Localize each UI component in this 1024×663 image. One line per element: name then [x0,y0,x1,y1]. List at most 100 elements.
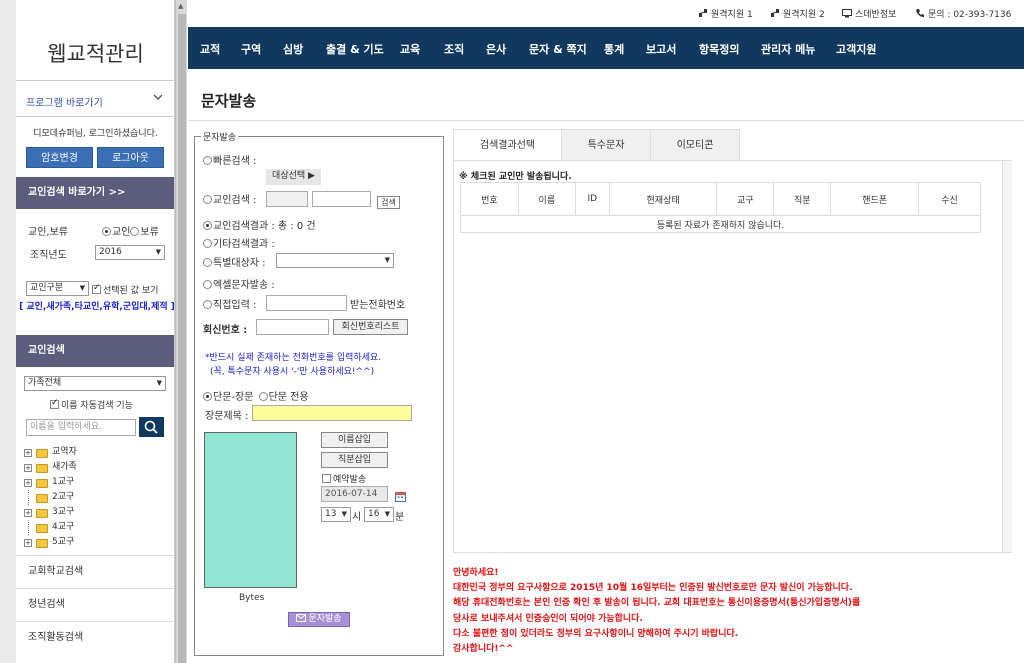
nav-item[interactable]: 출결 & 기도 [326,41,384,57]
org-year-select[interactable]: 2016 [95,245,165,260]
logout-button[interactable]: 로그아웃 [97,147,164,168]
member-search-code-input[interactable] [266,191,308,207]
table-column-header: ID [574,182,610,216]
member-search-button[interactable]: 검색 [377,196,400,209]
tree-item[interactable]: +3교구 [24,505,174,520]
radio-other-search-result[interactable] [203,239,212,248]
radio-excel-send[interactable] [203,280,212,289]
tree-item[interactable]: +5교구 [24,535,174,550]
special-target-select[interactable] [276,253,394,268]
reserve-minute-select[interactable]: 16 [364,507,394,522]
top-link-label: 원격지원 1 [711,10,753,20]
reserve-hour-select[interactable]: 13 [321,507,351,522]
excel-send-label: 엑셀문자발송 : [213,280,275,291]
radio-special-target[interactable] [203,258,212,267]
family-select[interactable]: 가족전체 [24,376,166,391]
member-search-result-row: 교인검색결과 : 총 : 0 건 [203,217,316,232]
radio-short-long[interactable] [203,392,212,401]
nav-item[interactable]: 통계 [604,41,624,57]
message-type-row: 단문-장문 단문 전용 [203,388,309,403]
direct-input-field[interactable] [266,295,347,311]
insert-title-button[interactable]: 직분삽입 [321,452,388,468]
reserve-date-input[interactable]: 2016-07-14 [321,486,388,502]
tree-item[interactable]: + 새가족 [24,460,174,475]
tree-item[interactable]: 2교구 [24,490,174,505]
nav-item[interactable]: 구역 [241,41,261,57]
top-link-remote-support-2[interactable]: 원격지원 2 [770,7,825,20]
category-list[interactable]: [ 교인,새가족,타교인,유학,군입대,제적 ] [19,301,174,314]
nav-item[interactable]: 고객지원 [836,41,876,57]
other-search-result-label: 기타검색결과 : [213,239,275,250]
radio-short-only-label: 단문 전용 [268,392,309,403]
scroll-up-arrow-icon[interactable]: ▲ [178,2,183,10]
radio-direct-input[interactable] [203,300,212,309]
reserve-checkbox[interactable] [322,474,331,483]
callback-list-button[interactable]: 회신번호리스트 [333,319,408,335]
nav-item[interactable]: 보고서 [646,41,676,57]
hour-unit-label: 시 [352,512,362,523]
search-button[interactable] [139,417,164,437]
member-search-label: 교인검색 : [213,195,257,206]
checked-only-note: ※ 체크된 교인만 발송됩니다. [459,172,572,182]
nav-item[interactable]: 조직 [444,41,464,57]
radio-short-only[interactable] [258,392,268,401]
reserve-label: 예약발송 [333,475,367,485]
nav-item[interactable]: 교육 [400,41,420,57]
tree-item[interactable]: + 교역자 [24,445,174,460]
long-title-input[interactable] [252,405,412,421]
auto-search-checkbox[interactable] [50,398,59,409]
member-category-select[interactable]: 교인구분 [26,281,89,296]
top-link-remote-support-1[interactable]: 원격지원 1 [698,7,753,20]
result-table: 번호 이름 ID 현재상태 교구 직분 핸드폰 수신 등록된 자료가 존재하지 않습니다. [460,182,981,233]
app-logo-title[interactable]: 웹교적관리 [16,38,174,68]
tab-special-chars[interactable]: 특수문자 [561,129,651,161]
tree-item[interactable]: 4교구 [24,520,174,535]
expand-plus-icon[interactable]: + [24,539,32,547]
expand-plus-icon[interactable]: + [24,509,32,517]
name-search-input[interactable]: 이름을 입력하세요. [26,419,136,436]
sms-message-textarea[interactable] [204,432,297,588]
change-password-button[interactable]: 암호변경 [26,147,93,168]
quick-search-row: 빠른검색 : [203,152,256,167]
member-search-name-input[interactable] [312,191,371,207]
top-link-contact[interactable]: 문의 : 02-393-7136 [915,7,1011,20]
radio-short-long-label: 단문-장문 [213,392,254,403]
nav-item[interactable]: 교적 [200,41,220,57]
sidebar-link-org-activity-search[interactable]: 조직활동검색 [16,621,174,653]
tab-search-result-select[interactable]: 검색결과선택 [453,129,562,161]
nav-item[interactable]: 문자 & 쪽지 [529,41,587,57]
nav-item[interactable]: 관리자 메뉴 [761,41,815,57]
callback-number-input[interactable] [256,319,329,335]
program-shortcut-toggle[interactable]: 프로그램 바로가기 [16,86,174,116]
nav-item[interactable]: 항목정의 [699,41,739,57]
scroll-thumb[interactable] [178,14,186,663]
show-selected-checkbox[interactable] [92,283,101,294]
sidebar-link-school-search[interactable]: 교회학교검색 [16,555,174,587]
expand-plus-icon[interactable]: + [24,479,32,487]
radio-quick-search[interactable] [203,156,212,165]
expand-plus-icon[interactable]: + [24,449,32,457]
radio-member-search[interactable] [203,195,212,204]
radio-member-search-result[interactable] [203,221,212,230]
radio-hold[interactable] [130,227,140,236]
tab-emoticon[interactable]: 이모티콘 [650,129,740,161]
page-scrollbar[interactable]: ▲ [175,0,187,663]
target-select-button[interactable]: 대상선택 ▶ [266,169,321,185]
auto-search-row: 이름 자동검색 기능 [50,398,174,411]
nav-item[interactable]: 은사 [486,41,506,57]
expand-plus-icon[interactable]: + [24,464,32,472]
top-link-stephen-info[interactable]: 스데반정보 [842,7,896,20]
calendar-icon[interactable] [395,491,406,502]
sidebar-inner: 웹교적관리 프로그램 바로가기 디모데슈퍼님, 로그인하셨습니다. 암호변경 로… [16,0,174,663]
result-panel-scrollbar[interactable] [1002,161,1012,552]
send-sms-button[interactable]: 문자발송 [288,612,350,627]
tree-item[interactable]: +1교구 [24,475,174,490]
show-selected-label: 선택된 값 보기 [103,286,159,296]
member-search-shortcut-header[interactable]: 교인검색 바로가기 >> [16,177,174,209]
notice-line: 다소 불편한 점이 있더라도 정부의 요구사항이니 양해하여 주시기 바랍니다. [453,628,739,639]
folder-icon [36,539,48,548]
nav-item[interactable]: 심방 [283,41,303,57]
sidebar-link-youth-search[interactable]: 청년검색 [16,588,174,620]
insert-name-button[interactable]: 이름삽입 [321,432,388,448]
radio-member[interactable] [102,227,111,236]
